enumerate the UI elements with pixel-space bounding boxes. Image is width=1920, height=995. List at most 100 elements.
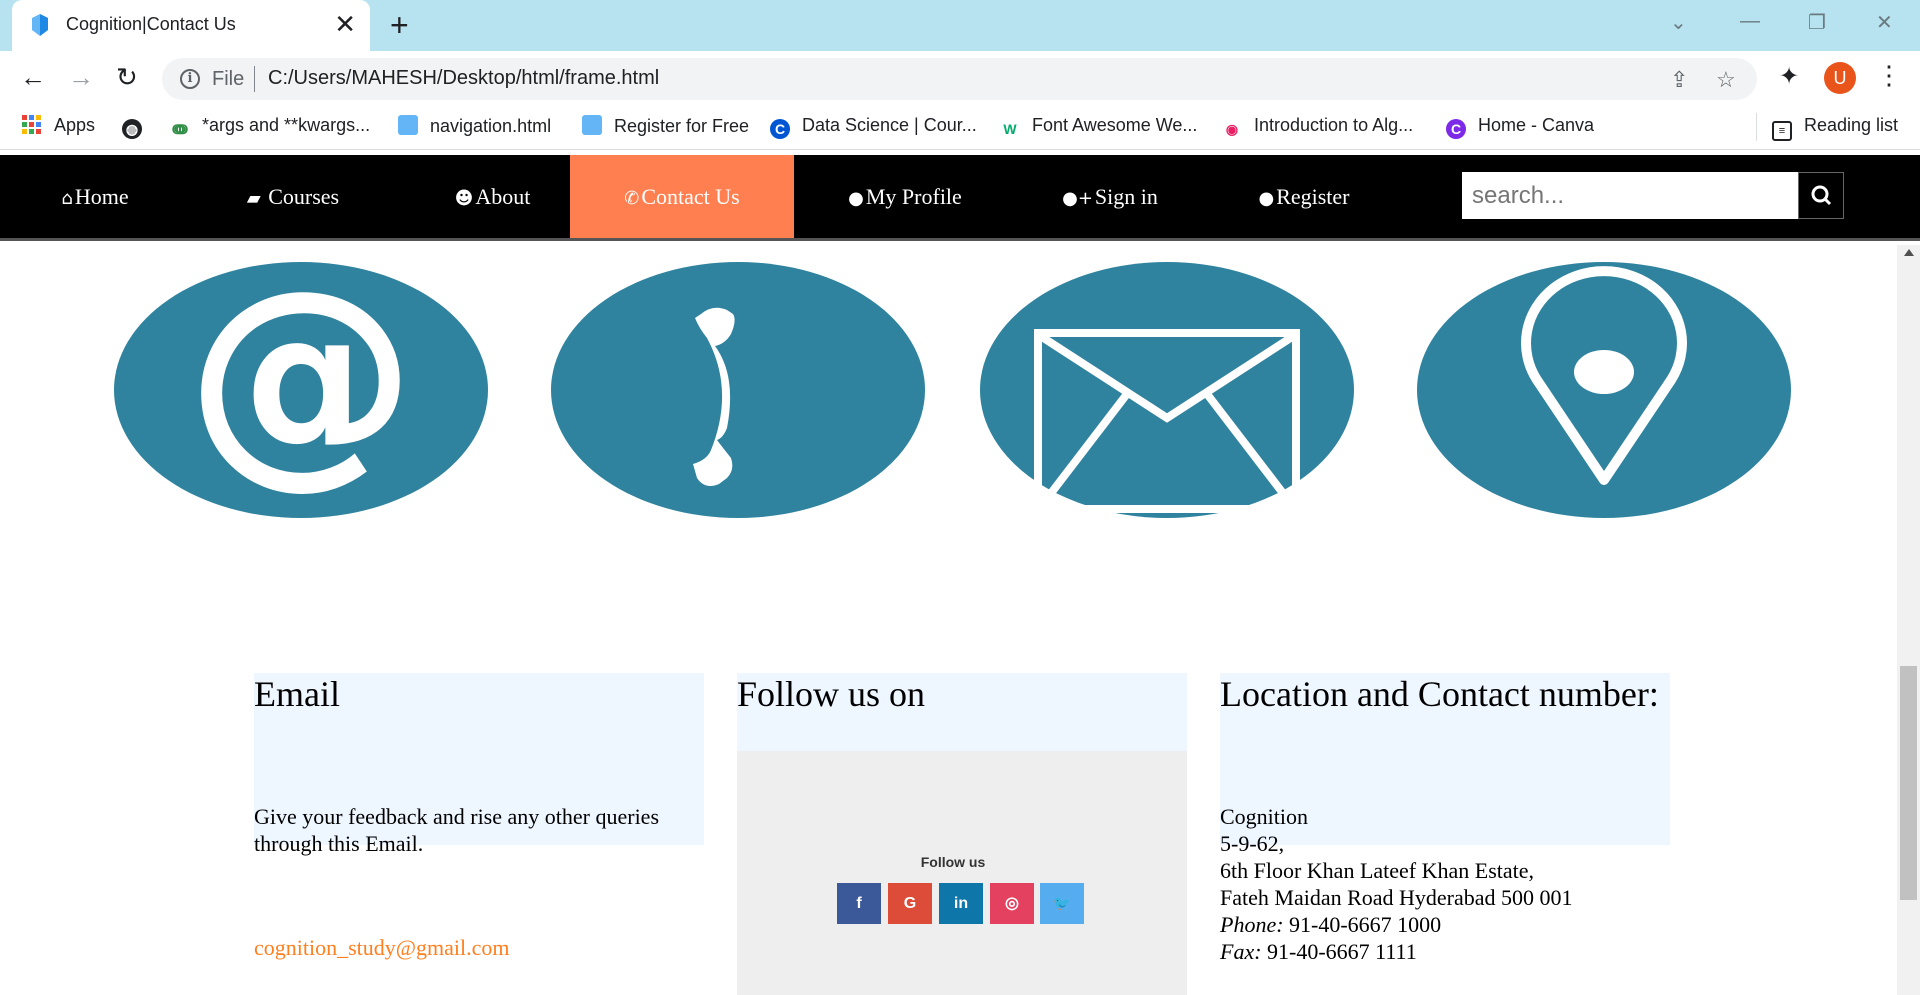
bookmarks-divider	[1756, 113, 1757, 141]
nav-register[interactable]: ●Register	[1254, 155, 1354, 238]
page-viewport: @ Email Give your feedback and rise any …	[0, 150, 1920, 995]
instagram-icon[interactable]: ◎	[990, 883, 1034, 924]
bookmark-args-kwargs[interactable]: ↈ *args and **kwargs...	[170, 115, 370, 139]
nav-signin-label: Sign in	[1094, 184, 1158, 209]
close-window-icon[interactable]: ✕	[1876, 10, 1893, 35]
fax-number: 91-40-6667 1111	[1261, 939, 1417, 964]
home-icon: ⌂	[61, 188, 73, 209]
apps-grid-icon	[22, 115, 41, 134]
user-plus-icon: ●+	[1062, 188, 1093, 209]
location-circle	[1417, 262, 1791, 518]
linkedin-icon[interactable]: in	[939, 883, 983, 924]
reading-list-icon: ≡	[1772, 121, 1792, 141]
address-line: Fateh Maidan Road Hyderabad 500 001	[1220, 885, 1573, 910]
follow-card-title: Follow us on	[737, 674, 926, 714]
scroll-thumb[interactable]	[1900, 666, 1917, 900]
nav-contact-us[interactable]: ✆Contact Us	[570, 155, 794, 238]
nav-profile-label: My Profile	[865, 184, 962, 209]
geeksforgeeks-icon: ↈ	[172, 121, 188, 137]
globe-icon: ◍	[122, 119, 142, 139]
users-icon: ☻	[454, 188, 474, 209]
nav-register-label: Register	[1276, 184, 1350, 209]
book-icon: ▰	[246, 188, 261, 209]
scroll-up-arrow-icon[interactable]	[1904, 249, 1914, 256]
svg-text:@: @	[186, 262, 416, 509]
bookmark-star-icon[interactable]: ☆	[1716, 67, 1736, 93]
email-link[interactable]: cognition_study@gmail.com	[254, 935, 510, 961]
bookmark-canva[interactable]: C Home - Canva	[1446, 115, 1594, 139]
reload-icon[interactable]: ↻	[116, 62, 138, 92]
bookmark-intro-alg[interactable]: ◉ Introduction to Alg...	[1222, 115, 1413, 139]
profile-avatar[interactable]: U	[1824, 62, 1856, 94]
bookmark-label: navigation.html	[430, 116, 552, 136]
tab-title: Cognition|Contact Us	[66, 14, 236, 34]
browser-tab[interactable]: Cognition|Contact Us ✕	[12, 0, 370, 51]
nav-home-label: Home	[74, 184, 129, 209]
page-scrollbar[interactable]	[1897, 245, 1920, 995]
address-line: Cognition	[1220, 804, 1309, 829]
site-search-button[interactable]	[1798, 172, 1844, 219]
address-block: Cognition 5-9-62, 6th Floor Khan Lateef …	[1220, 803, 1680, 965]
twitter-icon[interactable]: 🐦	[1040, 883, 1084, 924]
bookmark-data-science[interactable]: C Data Science | Cour...	[770, 115, 977, 139]
email-circle: @	[114, 262, 488, 518]
bookmark-apps[interactable]: Apps	[22, 115, 95, 136]
html-file-icon	[398, 115, 418, 135]
address-bar[interactable]: i File C:/Users/MAHESH/Desktop/html/fram…	[162, 58, 1757, 100]
browser-toolbar: ← → ↻ i File C:/Users/MAHESH/Desktop/htm…	[0, 51, 1920, 105]
nav-home[interactable]: ⌂Home	[40, 155, 150, 238]
bookmark-register[interactable]: Register for Free	[582, 115, 749, 137]
location-pin-icon	[1521, 266, 1687, 485]
google-icon[interactable]: G	[888, 883, 932, 924]
follow-card: Follow us on Follow us f G in ◎ 🐦	[737, 673, 1187, 995]
back-icon[interactable]: ←	[20, 62, 46, 92]
restore-icon[interactable]: ❐	[1808, 10, 1826, 35]
bookmark-label: Home - Canva	[1478, 115, 1595, 135]
info-icon[interactable]: i	[180, 69, 200, 89]
bookmark-label: Introduction to Alg...	[1254, 115, 1414, 135]
url-text[interactable]: C:/Users/MAHESH/Desktop/html/frame.html	[268, 67, 659, 90]
nav-contact-label: Contact Us	[641, 184, 740, 209]
new-tab-icon[interactable]: +	[390, 9, 409, 41]
nav-my-profile[interactable]: ●My Profile	[840, 155, 970, 238]
at-sign-icon: @	[186, 262, 416, 509]
menu-icon[interactable]: ⋮	[1876, 60, 1902, 90]
fax-line: Fax: 91-40-6667 1111	[1220, 938, 1680, 965]
follow-widget-label: Follow us	[920, 854, 986, 870]
tab-strip: Cognition|Contact Us ✕ + ⌄ — ❐ ✕	[0, 0, 1920, 51]
bookmark-globe[interactable]: ◍	[122, 115, 154, 139]
nav-courses[interactable]: ▰ Courses	[228, 155, 358, 238]
minimize-icon[interactable]: —	[1740, 10, 1760, 33]
phone-line: Phone: 91-40-6667 1000	[1220, 911, 1680, 938]
bookmark-navigation[interactable]: navigation.html	[398, 115, 551, 137]
site-search-input[interactable]	[1462, 172, 1798, 219]
bookmark-font-awesome[interactable]: W Font Awesome We...	[1000, 115, 1197, 139]
tab-search-icon[interactable]: ⌄	[1670, 10, 1687, 35]
url-scheme: File	[212, 68, 245, 90]
nav-courses-label: Courses	[262, 184, 340, 209]
nav-sign-in[interactable]: ●+Sign in	[1060, 155, 1160, 238]
nav-about[interactable]: ☻About	[430, 155, 555, 238]
search-icon	[1811, 185, 1832, 206]
share-icon[interactable]: ⇪	[1670, 67, 1688, 93]
reading-list-label: Reading list	[1804, 115, 1899, 135]
phone-number: 91-40-6667 1000	[1283, 912, 1442, 937]
email-card-text: Give your feedback and rise any other qu…	[254, 804, 660, 856]
email-card: Email Give your feedback and rise any ot…	[254, 673, 704, 960]
bookmark-label: Font Awesome We...	[1032, 115, 1198, 135]
reading-list-button[interactable]: ≡ Reading list	[1772, 115, 1898, 141]
phone-label: Phone:	[1220, 912, 1284, 937]
envelope-icon	[1034, 329, 1300, 513]
nav-about-label: About	[475, 184, 531, 209]
bookmark-label: Apps	[54, 115, 96, 135]
forward-icon[interactable]: →	[68, 62, 94, 92]
facebook-icon[interactable]: f	[837, 883, 881, 924]
email-card-title: Email	[254, 674, 340, 714]
close-tab-icon[interactable]: ✕	[334, 10, 356, 38]
mail-circle	[980, 262, 1354, 518]
url-separator	[254, 66, 255, 92]
bookmark-label: Data Science | Cour...	[802, 115, 977, 135]
extensions-icon[interactable]: ✦	[1779, 62, 1799, 91]
bookmarks-bar: Apps ◍ ↈ *args and **kwargs... navigation…	[0, 105, 1920, 150]
phone-circle	[551, 262, 925, 518]
